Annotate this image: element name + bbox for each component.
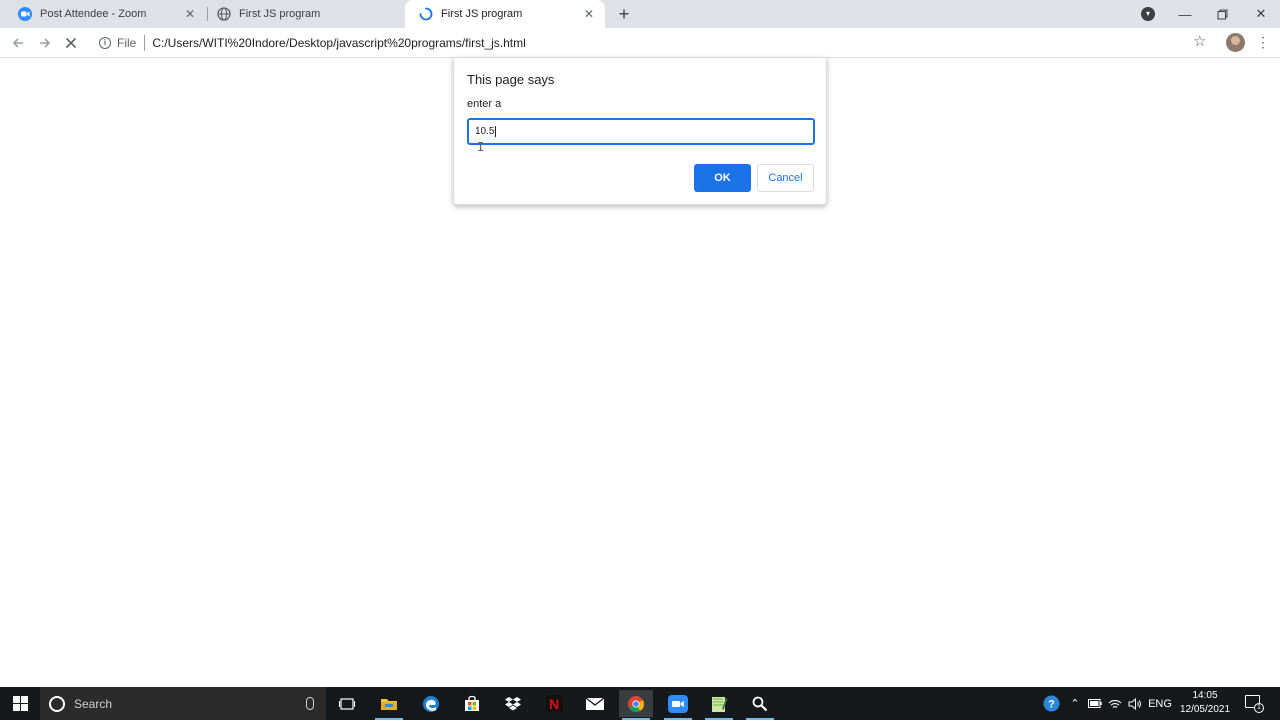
more-menu-icon[interactable]: ⋮	[1256, 32, 1270, 52]
cortana-icon[interactable]	[49, 695, 65, 712]
mail-icon[interactable]	[578, 690, 612, 717]
minimize-button[interactable]: —	[1166, 0, 1204, 28]
close-icon[interactable]: ✕	[182, 6, 198, 22]
bookmark-star-icon[interactable]: ☆	[1193, 34, 1206, 50]
close-icon[interactable]: ✕	[581, 6, 597, 22]
wifi-icon[interactable]	[1106, 687, 1124, 720]
text-cursor-icon: I	[477, 140, 485, 154]
tab-title: Post Attendee - Zoom	[40, 8, 147, 20]
microphone-icon[interactable]	[306, 697, 314, 710]
browser-toolbar: i File C:/Users/WITI%20Indore/Desktop/ja…	[0, 28, 1280, 58]
dialog-title: This page says	[467, 72, 555, 87]
address-divider	[144, 35, 146, 51]
tab-first-js-active[interactable]: First JS program ✕	[405, 0, 605, 28]
zoom-icon	[18, 7, 32, 21]
windows-taskbar: Search N ? ⌃ ENG 14:05 12/05/2021 1	[0, 687, 1280, 720]
tab-title: First JS program	[239, 8, 321, 20]
loading-spinner-icon	[419, 7, 433, 21]
protocol-label: File	[117, 36, 137, 50]
clock-date: 12/05/2021	[1179, 704, 1231, 715]
start-button[interactable]	[0, 687, 40, 720]
new-tab-button[interactable]: +	[614, 4, 634, 24]
close-window-button[interactable]: ✕	[1242, 0, 1280, 28]
help-icon[interactable]: ?	[1040, 687, 1062, 720]
url-text[interactable]: C:/Users/WITI%20Indore/Desktop/javascrip…	[152, 36, 525, 50]
prompt-input[interactable]: 10.5	[467, 118, 815, 145]
forward-arrow-icon[interactable]	[35, 33, 55, 53]
zoom-app-icon[interactable]	[661, 690, 695, 720]
battery-icon[interactable]	[1086, 687, 1104, 720]
show-hidden-icons-icon[interactable]: ⌃	[1066, 687, 1084, 720]
ok-button[interactable]: OK	[694, 164, 751, 192]
clock-time: 14:05	[1192, 690, 1218, 701]
file-explorer-icon[interactable]	[372, 690, 406, 720]
netflix-icon[interactable]: N	[537, 690, 571, 717]
notepad-plus-plus-icon[interactable]	[702, 690, 736, 720]
dropbox-icon[interactable]	[496, 690, 530, 717]
tab-search-icon[interactable]: ▾	[1141, 7, 1155, 21]
prompt-dialog: This page says enter a 10.5 I OK Cancel	[453, 57, 827, 205]
tab-zoom[interactable]: Post Attendee - Zoom ✕	[4, 0, 206, 28]
tab-first-js-1[interactable]: First JS program	[203, 0, 405, 28]
address-bar[interactable]: i File C:/Users/WITI%20Indore/Desktop/ja…	[92, 31, 1222, 55]
maximize-button[interactable]	[1203, 0, 1241, 28]
system-clock[interactable]: 14:05 12/05/2021	[1170, 689, 1240, 717]
windows-logo-icon	[12, 696, 28, 711]
cancel-button[interactable]: Cancel	[757, 164, 814, 192]
taskbar-search[interactable]: Search	[40, 687, 326, 720]
tab-title: First JS program	[441, 8, 523, 20]
notification-count-badge: 1	[1254, 703, 1264, 713]
prompt-input-value: 10.5	[475, 126, 495, 137]
info-icon[interactable]: i	[99, 37, 111, 49]
tab-strip: Post Attendee - Zoom ✕ First JS program …	[0, 0, 1280, 28]
chrome-icon[interactable]	[619, 690, 653, 720]
dialog-message: enter a	[467, 98, 502, 110]
search-placeholder: Search	[74, 696, 113, 711]
svg-text:?: ?	[1048, 699, 1055, 711]
globe-icon	[217, 7, 231, 21]
search-tool-icon[interactable]	[743, 690, 777, 720]
microsoft-store-icon[interactable]	[455, 690, 489, 717]
profile-avatar[interactable]	[1226, 33, 1245, 52]
edge-icon[interactable]	[414, 690, 448, 717]
task-view-icon[interactable]	[330, 690, 364, 717]
text-caret	[495, 125, 497, 137]
back-arrow-icon[interactable]	[8, 33, 28, 53]
volume-icon[interactable]	[1126, 687, 1144, 720]
stop-loading-icon[interactable]	[61, 33, 81, 53]
